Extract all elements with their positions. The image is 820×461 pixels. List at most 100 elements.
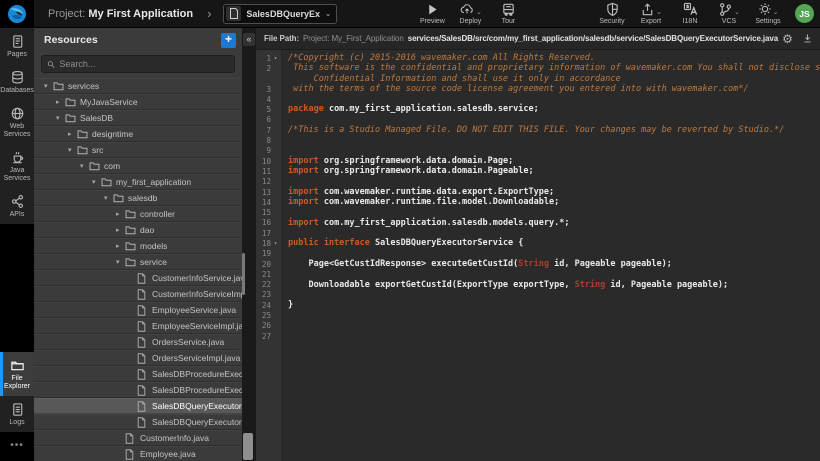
tree-file-employee-java[interactable]: Employee.java — [34, 446, 242, 461]
tree-file-customerinfoserviceimpl-java[interactable]: CustomerInfoServiceImpl.java — [34, 286, 242, 302]
wavemaker-logo-icon — [7, 4, 27, 24]
tree-folder-models[interactable]: ▸models — [34, 238, 242, 254]
code-line: } — [288, 300, 820, 310]
code-line: public interface SalesDBQueryExecutorSer… — [288, 238, 820, 248]
fold-arrow-icon[interactable]: ▾ — [271, 55, 280, 62]
file-icon — [137, 353, 150, 364]
tree-file-ordersserviceimpl-java[interactable]: OrdersServiceImpl.java — [34, 350, 242, 366]
collapsed-arrow-icon[interactable]: ▸ — [116, 226, 125, 234]
tree-file-customerinfo-java[interactable]: CustomerInfo.java — [34, 430, 242, 446]
tree-item-label: SalesDBQueryExecutorServiceImpl.java — [152, 417, 242, 427]
action-tour-button[interactable]: Tour — [495, 2, 521, 25]
action-settings-button[interactable]: ⌄Settings — [755, 2, 781, 25]
expanded-arrow-icon[interactable]: ▾ — [80, 162, 89, 170]
tree-file-salesdbqueryexecutorserviceimpl-java[interactable]: SalesDBQueryExecutorServiceImpl.java — [34, 414, 242, 430]
line-number: 23 — [256, 290, 271, 299]
folder-icon — [77, 145, 90, 155]
file-icon — [137, 273, 150, 284]
rail-top-group: Pages Databases Web ServicesJava Services A… — [0, 28, 34, 224]
file-icon — [137, 401, 150, 412]
action-export-button[interactable]: ⌄Export — [638, 2, 664, 25]
expanded-arrow-icon[interactable]: ▾ — [92, 178, 101, 186]
code-editor[interactable]: 1▾23456789101112131415161718▾19202122232… — [256, 50, 820, 461]
action-vcs-button[interactable]: ⌄VCS — [716, 2, 742, 25]
line-number: 11 — [256, 167, 271, 176]
tree-file-customerinfoservice-java[interactable]: CustomerInfoService.java — [34, 270, 242, 286]
expanded-arrow-icon[interactable]: ▾ — [104, 194, 113, 202]
line-number: 26 — [256, 321, 271, 330]
open-file-selector[interactable]: SalesDBQueryExec... ⌄ — [223, 4, 337, 24]
action-i18n-button[interactable]: I18N — [677, 2, 703, 25]
code-line: package com.my_first_application.salesdb… — [288, 104, 820, 114]
apis-icon — [10, 194, 25, 209]
tree-file-ordersservice-java[interactable]: OrdersService.java — [34, 334, 242, 350]
file-path-project: Project: My_First_Application — [303, 34, 404, 43]
collapsed-arrow-icon[interactable]: ▸ — [68, 130, 77, 138]
tree-scrollbar-thumb[interactable] — [242, 253, 245, 295]
gutter-line: 14 — [256, 197, 281, 207]
tree-folder-dao[interactable]: ▸dao — [34, 222, 242, 238]
collapse-panel-icon[interactable]: « — [243, 33, 255, 46]
sidebar-item-label: APIs — [10, 211, 25, 219]
action-security-button[interactable]: Security — [599, 2, 625, 25]
expanded-arrow-icon[interactable]: ▾ — [44, 82, 53, 90]
expanded-arrow-icon[interactable]: ▾ — [56, 114, 65, 122]
sidebar-item-logs[interactable]: Logs — [0, 396, 34, 432]
rail-gap — [0, 224, 34, 352]
action-preview-button[interactable]: Preview — [419, 2, 445, 25]
gutter-line: 11 — [256, 166, 281, 176]
sidebar-item-web-services[interactable]: Web Services — [0, 100, 34, 144]
search-input[interactable] — [59, 59, 229, 69]
tree-folder-myjavaservice[interactable]: ▸MyJavaService — [34, 94, 242, 110]
panel-divider[interactable]: « — [242, 28, 256, 461]
file-path-bar: File Path: Project: My_First_Application… — [256, 28, 820, 50]
tree-file-salesdbprocedureexecutorserviceimpl-java[interactable]: SalesDBProcedureExecutorServiceImpl.java — [34, 382, 242, 398]
collapsed-arrow-icon[interactable]: ▸ — [116, 242, 125, 250]
fold-arrow-icon[interactable]: ▾ — [271, 240, 280, 247]
toolbar-button-label: Preview — [420, 18, 445, 25]
tree-file-employeeservice-java[interactable]: EmployeeService.java — [34, 302, 242, 318]
tree-folder-src[interactable]: ▾src — [34, 142, 242, 158]
expanded-arrow-icon[interactable]: ▾ — [116, 258, 125, 266]
tree-folder-controller[interactable]: ▸controller — [34, 206, 242, 222]
tree-folder-salesdb[interactable]: ▾salesdb — [34, 190, 242, 206]
code-line — [288, 249, 820, 259]
user-avatar[interactable]: JS — [795, 4, 814, 23]
file-icon — [137, 305, 150, 316]
divider-scroll-thumb[interactable] — [243, 433, 253, 460]
tree-folder-my-first-application[interactable]: ▾my_first_application — [34, 174, 242, 190]
download-file-icon[interactable] — [802, 33, 813, 44]
gutter-line: 7 — [256, 125, 281, 135]
project-breadcrumb[interactable]: Project: My First Application — [48, 8, 193, 20]
sidebar-item-apis[interactable]: APIs — [0, 188, 34, 224]
action-deploy-button[interactable]: ⌄Deploy — [457, 2, 483, 25]
tree-folder-services[interactable]: ▾services — [34, 78, 242, 94]
tree-folder-salesdb[interactable]: ▾SalesDB — [34, 110, 242, 126]
sidebar-item-label: Databases — [0, 87, 33, 95]
sidebar-item-java-services[interactable]: Java Services — [0, 144, 34, 188]
code-line — [288, 269, 820, 279]
bus-icon — [501, 2, 516, 17]
collapsed-arrow-icon[interactable]: ▸ — [116, 210, 125, 218]
expanded-arrow-icon[interactable]: ▾ — [68, 146, 77, 154]
tree-item-label: CustomerInfoService.java — [152, 273, 242, 283]
sidebar-item-pages[interactable]: Pages — [0, 28, 34, 64]
tree-item-label: Employee.java — [140, 449, 196, 459]
file-icon — [137, 369, 150, 380]
tree-file-salesdbprocedureexecutorservice-java[interactable]: SalesDBProcedureExecutorService.java — [34, 366, 242, 382]
tree-file-salesdbqueryexecutorservice-java[interactable]: SalesDBQueryExecutorService.java — [34, 398, 242, 414]
collapsed-arrow-icon[interactable]: ▸ — [56, 98, 65, 106]
tree-folder-service[interactable]: ▾service — [34, 254, 242, 270]
add-resource-button[interactable]: + — [221, 33, 236, 48]
tree-folder-designtime[interactable]: ▸designtime — [34, 126, 242, 142]
wavemaker-logo[interactable] — [0, 0, 34, 28]
sidebar-item-databases[interactable]: Databases — [0, 64, 34, 100]
tree-file-employeeserviceimpl-java[interactable]: EmployeeServiceImpl.java — [34, 318, 242, 334]
play-icon — [426, 3, 439, 16]
more-options-button[interactable]: ••• — [0, 432, 34, 461]
folder-icon — [65, 97, 78, 107]
sidebar-item-file-explorer[interactable]: File Explorer — [0, 352, 34, 396]
logs-icon — [10, 402, 25, 417]
editor-settings-gear-icon[interactable]: ⚙ — [782, 33, 793, 45]
tree-folder-com[interactable]: ▾com — [34, 158, 242, 174]
